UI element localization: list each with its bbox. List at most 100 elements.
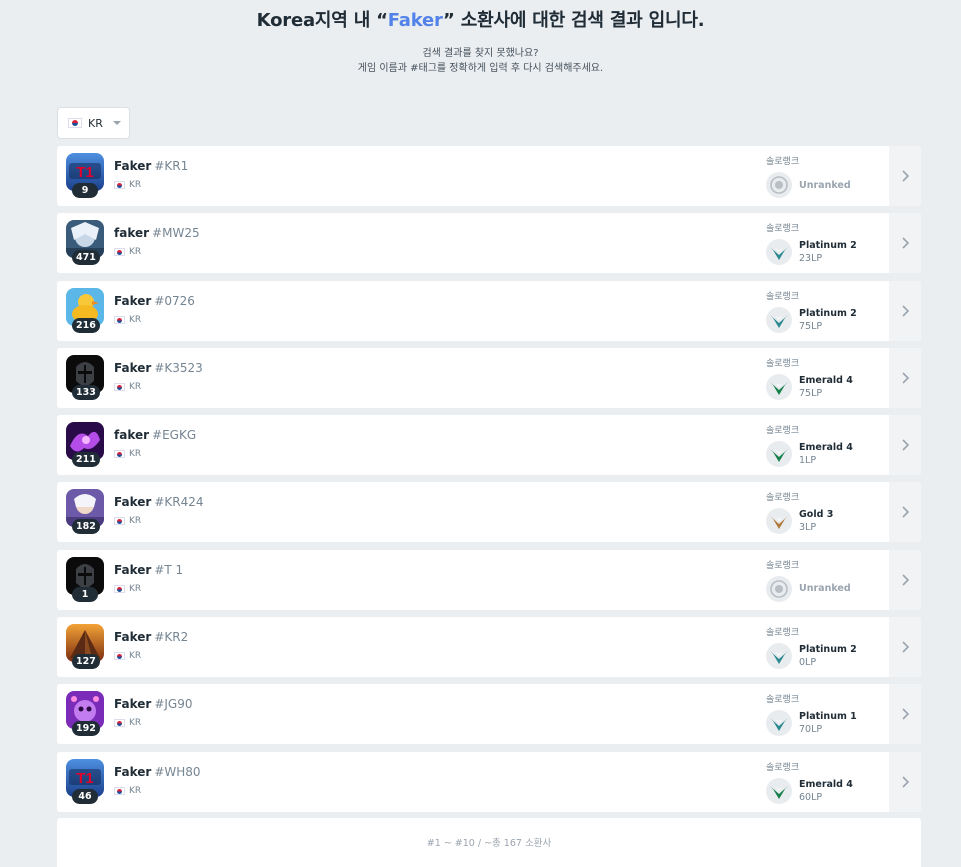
- summoner-region: KR: [114, 315, 141, 325]
- search-keyword: Faker: [387, 10, 444, 31]
- summoner-row[interactable]: 192 Faker #JG90 KR 솔로랭크 Platinum 1 70LP: [57, 684, 921, 745]
- summoner-name[interactable]: Faker #KR2: [114, 630, 188, 644]
- korea-flag-icon: [114, 786, 125, 795]
- summoner-row[interactable]: 182 Faker #KR424 KR 솔로랭크 Gold 3 3LP: [57, 482, 921, 543]
- summoner-region: KR: [114, 718, 141, 728]
- tier-emblem-icon: [766, 643, 792, 670]
- summoner-level: 182: [72, 519, 100, 535]
- open-profile-button[interactable]: [889, 347, 921, 408]
- region-label: KR: [129, 718, 142, 729]
- game-name: Faker: [114, 159, 152, 173]
- region-label: KR: [129, 247, 142, 258]
- league-points: 70LP: [799, 724, 823, 736]
- game-name: Faker: [114, 697, 152, 712]
- tier-emblem-icon: [766, 306, 792, 333]
- queue-label: 솔로랭크: [766, 291, 800, 302]
- tier-name: Emerald 4: [799, 442, 853, 454]
- queue-label: 솔로랭크: [766, 426, 800, 437]
- solo-rank: 솔로랭크 Unranked: [766, 154, 886, 198]
- summoner-row[interactable]: 216 Faker #0726 KR 솔로랭크 Platinum 2 75LP: [57, 280, 921, 341]
- summoner-level: 133: [72, 384, 100, 400]
- summoner-level: 127: [72, 654, 100, 670]
- summoner-row[interactable]: T1 9 Faker #KR1 KR 솔로랭크 Unranked: [57, 146, 921, 206]
- tag-line: #KR424: [154, 495, 204, 510]
- open-profile-button[interactable]: [889, 280, 921, 341]
- league-points: 3LP: [799, 522, 817, 534]
- korea-flag-icon: [114, 450, 125, 459]
- summoner-row[interactable]: 133 Faker #K3523 KR 솔로랭크 Emerald 4 75LP: [57, 347, 921, 408]
- summoner-name[interactable]: Faker #T 1: [114, 563, 183, 577]
- page-title: Korea지역 내 “Faker” 소환사에 대한 검색 결과 입니다.: [0, 6, 961, 32]
- tier-emblem-icon: [766, 575, 792, 602]
- open-profile-button[interactable]: [889, 684, 921, 745]
- pagination-footer: #1 ~ #10 / ~총 167 소환사: [57, 818, 921, 867]
- game-name: Faker: [114, 293, 152, 308]
- summoner-name[interactable]: Faker #KR424: [114, 495, 203, 509]
- open-profile-button[interactable]: [889, 146, 921, 206]
- league-points: 75LP: [799, 387, 823, 399]
- tier-emblem-icon: [766, 373, 792, 400]
- summoner-name[interactable]: Faker #K3523: [114, 361, 203, 375]
- svg-text:T1: T1: [76, 770, 94, 787]
- tag-line: #JG90: [154, 697, 193, 712]
- queue-label: 솔로랭크: [766, 157, 800, 167]
- summoner-region: KR: [114, 449, 141, 459]
- summoner-row[interactable]: 471 faker #MW25 KR 솔로랭크 Platinum 2 23LP: [57, 213, 921, 274]
- tier-emblem-icon: [766, 710, 792, 737]
- search-header: Korea지역 내 “Faker” 소환사에 대한 검색 결과 입니다. 검색 …: [0, 0, 961, 76]
- tier-emblem-icon: [766, 441, 792, 468]
- chevron-right-icon: [902, 574, 909, 586]
- summoner-row[interactable]: 211 faker #EGKG KR 솔로랭크 Emerald 4 1LP: [57, 415, 921, 476]
- summoner-name[interactable]: Faker #JG90: [114, 697, 192, 711]
- open-profile-button[interactable]: [889, 213, 921, 274]
- korea-flag-icon: [114, 315, 125, 324]
- region-select[interactable]: KR: [57, 107, 130, 139]
- summoner-row[interactable]: 1 Faker #T 1 KR 솔로랭크 Unranked: [57, 549, 921, 610]
- tier-name: Unranked: [799, 179, 851, 191]
- tag-line: #KR2: [154, 630, 189, 645]
- game-name: faker: [114, 428, 150, 443]
- queue-label: 솔로랭크: [766, 762, 800, 773]
- summoner-name[interactable]: Faker #WH80: [114, 765, 201, 779]
- summoner-name[interactable]: faker #EGKG: [114, 428, 196, 442]
- league-points: 23LP: [799, 253, 823, 265]
- tier-name: Emerald 4: [799, 374, 853, 386]
- open-profile-button[interactable]: [889, 415, 921, 476]
- region-label: KR: [129, 651, 142, 662]
- korea-flag-icon: [114, 584, 125, 593]
- svg-text:T1: T1: [76, 164, 94, 181]
- tag-line: #EGKG: [152, 428, 197, 443]
- korea-flag-icon: [114, 517, 125, 526]
- tag-line: #K3523: [154, 360, 203, 375]
- summoner-name[interactable]: Faker #KR1: [114, 159, 188, 173]
- region-label: KR: [129, 583, 142, 594]
- game-name: Faker: [114, 360, 152, 375]
- tag-line: #MW25: [152, 226, 200, 241]
- queue-label: 솔로랭크: [766, 695, 800, 706]
- queue-label: 솔로랭크: [766, 560, 800, 571]
- tier-name: Gold 3: [799, 509, 834, 521]
- open-profile-button[interactable]: [889, 617, 921, 678]
- summoner-name[interactable]: Faker #0726: [114, 294, 195, 308]
- tier-emblem-icon: [766, 239, 792, 266]
- summoner-region: KR: [114, 247, 141, 257]
- summoner-level: 216: [72, 317, 100, 333]
- queue-label: 솔로랭크: [766, 358, 800, 369]
- open-profile-button[interactable]: [889, 751, 921, 812]
- player-list: T1 9 Faker #KR1 KR 솔로랭크 Unranked 471 faker #MW25 K…: [57, 146, 921, 819]
- summoner-row[interactable]: 127 Faker #KR2 KR 솔로랭크 Platinum 2 0LP: [57, 617, 921, 678]
- solo-rank: 솔로랭크 Platinum 2 0LP: [766, 625, 886, 670]
- summoner-name[interactable]: faker #MW25: [114, 226, 200, 240]
- open-profile-button[interactable]: [889, 482, 921, 543]
- korea-flag-icon: [114, 248, 125, 257]
- summoner-row[interactable]: T1 46 Faker #WH80 KR 솔로랭크 Emerald 4 60LP: [57, 751, 921, 812]
- tag-line: #0726: [154, 293, 195, 308]
- summoner-region: KR: [114, 584, 141, 594]
- open-profile-button[interactable]: [889, 549, 921, 610]
- summoner-region: KR: [114, 786, 141, 796]
- game-name: Faker: [114, 630, 152, 645]
- tier-name: Platinum 2: [799, 644, 857, 656]
- korea-flag-icon: [114, 181, 125, 189]
- result-range: #1 ~ #10 / ~총 167 소환사: [426, 838, 552, 849]
- tier-name: Emerald 4: [799, 778, 853, 790]
